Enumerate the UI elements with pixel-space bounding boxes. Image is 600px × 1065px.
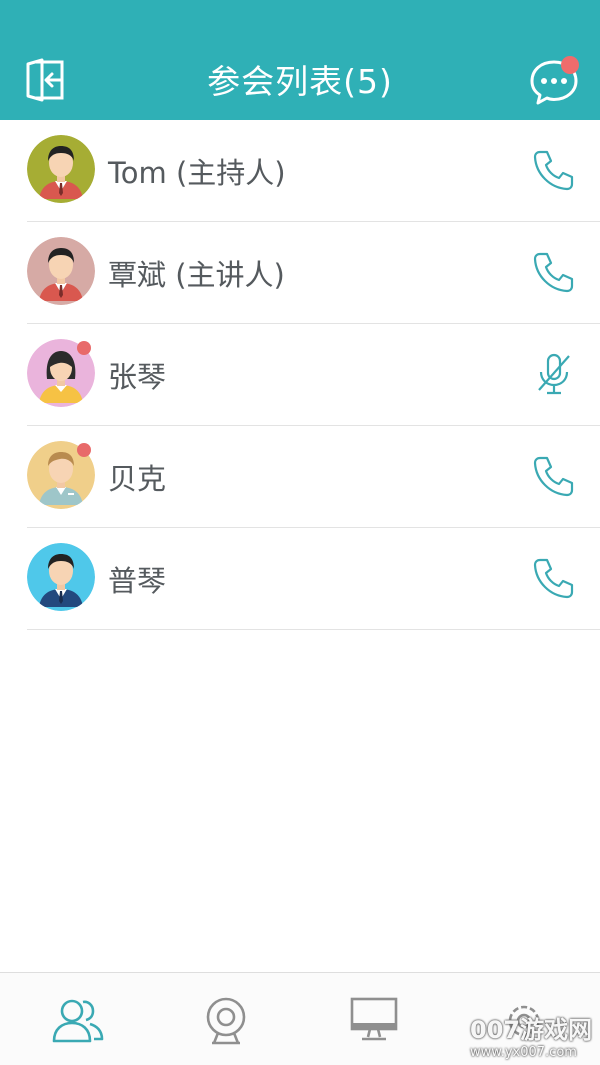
notification-badge [561,56,579,74]
call-button[interactable] [530,452,578,500]
tab-participants[interactable] [50,993,106,1049]
phone-icon [533,558,574,599]
phone-icon [533,456,574,497]
call-button[interactable] [530,146,578,194]
participant-name: 覃斌 (主讲人) [108,258,285,292]
participant-row[interactable]: Tom (主持人) [0,120,600,222]
tab-camera[interactable] [198,993,254,1049]
watermark: 007游戏网 www.yx007.com [470,1010,600,1062]
participants-icon [52,999,104,1043]
watermark-url: www.yx007.com [470,1045,577,1060]
participant-name: 张琴 [108,360,167,394]
participant-name: 普琴 [108,564,167,598]
tab-screen-share[interactable] [346,993,402,1049]
participant-name: Tom (主持人) [108,156,286,190]
status-dot [77,443,91,457]
participant-row[interactable]: 覃斌 (主讲人) [0,222,600,324]
avatar [27,135,95,203]
mute-toggle[interactable] [530,350,578,398]
phone-icon [533,252,574,293]
page-title: 参会列表(5) [207,62,393,101]
screen-share-icon [350,997,398,1041]
phone-icon [533,150,574,191]
call-button[interactable] [530,248,578,296]
participant-row[interactable]: 贝克 [0,426,600,528]
participant-list: Tom (主持人) 覃斌 (主讲人) 张琴 贝克 普琴 [0,120,600,630]
participant-row[interactable]: 张琴 [0,324,600,426]
avatar [27,543,95,611]
participant-row[interactable]: 普琴 [0,528,600,630]
mic-off-icon [538,353,570,395]
status-dot [77,341,91,355]
avatar [27,237,95,305]
call-button[interactable] [530,554,578,602]
participant-name: 贝克 [108,462,167,496]
watermark-title: 007游戏网 [470,1016,593,1044]
camera-icon [206,997,246,1045]
top-bar: 参会列表(5) [0,0,600,120]
